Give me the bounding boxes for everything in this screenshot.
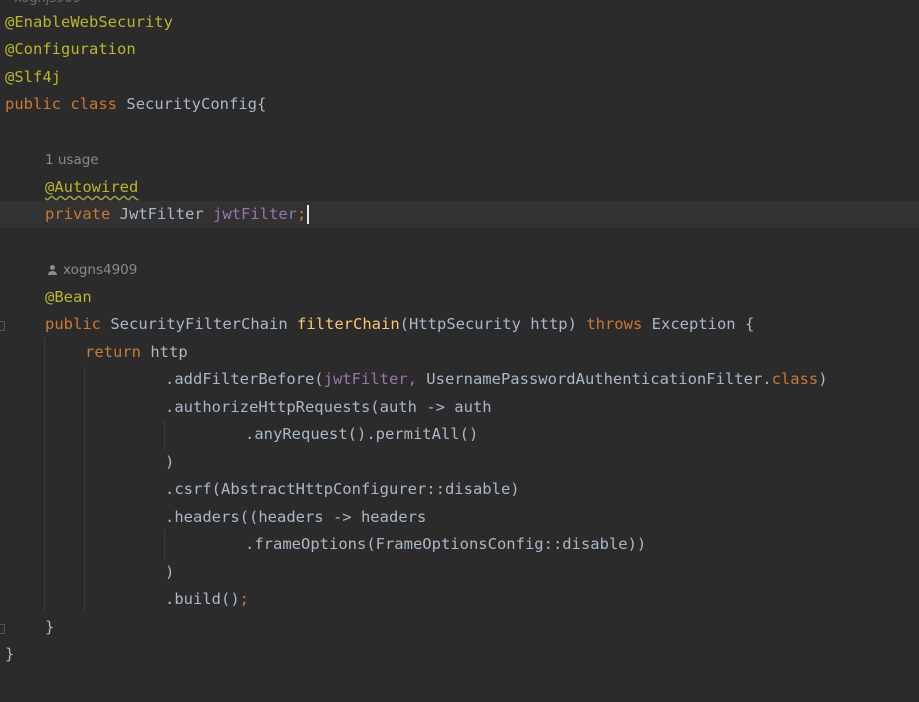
add-filter-close: ) [818,370,828,388]
authorize-call: .authorizeHttpRequests(auth -> auth [165,398,492,416]
field-declaration: private JwtFilter jwtFilter; [45,201,310,228]
author-name: xogns4909 [63,262,138,278]
keyword-private: private [45,205,111,223]
build-text: .build() [165,590,240,608]
add-filter-arg-jwt: jwtFilter, [323,370,417,388]
class-name: SecurityConfig{ [126,95,267,113]
annotation-slf4j: @Slf4j [5,68,61,86]
add-filter-arg-class: UsernamePasswordAuthenticationFilter. [416,370,772,388]
code-line: ) [0,559,919,586]
code-line: .build(); [0,586,919,613]
return-target: http [141,343,188,361]
code-line: .headers((headers -> headers [0,504,919,531]
author-hint[interactable]: xogns4909 [47,257,137,284]
close-paren: ) [165,563,175,581]
return-type: SecurityFilterChain [110,315,288,333]
usage-hint[interactable]: 1 usage [45,147,99,174]
top-author-hint: xognjs909 [14,0,81,6]
usage-hint-line: 1 usage [0,147,919,174]
method-name: filterChain [297,315,400,333]
code-line: ) [0,449,919,476]
code-line: @Bean [0,284,919,311]
method-params: (HttpSecurity http) [399,315,577,333]
field-type: JwtFilter [119,205,204,223]
headers-call: .headers((headers -> headers [165,508,427,526]
user-icon [47,265,59,275]
code-line: @Configuration [0,36,919,63]
annotation-autowired: @Autowired [45,178,139,196]
current-code-line: private JwtFilter jwtFilter; [0,201,919,229]
annotation-enable-web-security: @EnableWebSecurity [5,13,173,31]
return-statement: return http [85,339,188,366]
code-editor[interactable]: xognjs909 @EnableWebSecurity @Configurat… [0,0,919,702]
annotation-configuration: @Configuration [5,40,136,58]
build-call: .build(); [165,586,249,613]
code-line: } [0,614,919,641]
code-line: return http [0,339,919,366]
code-line: public SecurityFilterChain filterChain(H… [0,311,919,338]
close-paren: ) [165,453,175,471]
code-line: .authorizeHttpRequests(auth -> auth [0,394,919,421]
keyword-public: public [5,95,61,113]
text-caret [307,205,310,224]
code-line: public class SecurityConfig{ [0,91,919,118]
method-close-brace: } [45,618,55,636]
add-filter-call: .addFilterBefore(jwtFilter, UsernamePass… [165,366,828,393]
code-line: @EnableWebSecurity [0,9,919,36]
keyword-throws: throws [586,315,643,333]
field-name: jwtFilter [213,205,298,223]
author-hint-line: xogns4909 [0,257,919,284]
semicolon: ; [297,205,307,223]
code-line: @Autowired [0,174,919,201]
method-signature: public SecurityFilterChain filterChain(H… [45,311,754,338]
keyword-return: return [85,343,141,361]
code-line: .anyRequest().permitAll() [0,421,919,448]
code-line: .frameOptions(FrameOptionsConfig::disabl… [0,531,919,558]
frame-options-call: .frameOptions(FrameOptionsConfig::disabl… [245,535,647,553]
keyword-class: class [771,370,819,388]
code-line: .addFilterBefore(jwtFilter, UsernamePass… [0,366,919,393]
annotation-bean: @Bean [45,288,92,306]
semicolon: ; [239,590,249,608]
class-declaration: public class SecurityConfig{ [5,91,266,118]
exception-type: Exception { [651,315,755,333]
code-line: } [0,641,919,668]
fold-marker-icon[interactable] [0,624,5,634]
code-line: @Slf4j [0,64,919,91]
any-request-call: .anyRequest().permitAll() [245,425,479,443]
code-line: .csrf(AbstractHttpConfigurer::disable) [0,476,919,503]
keyword-class: class [70,95,118,113]
add-filter-open: .addFilterBefore( [165,370,324,388]
csrf-call: .csrf(AbstractHttpConfigurer::disable) [165,480,520,498]
fold-marker-icon[interactable] [0,321,5,331]
keyword-public: public [45,315,101,333]
class-close-brace: } [5,645,15,663]
